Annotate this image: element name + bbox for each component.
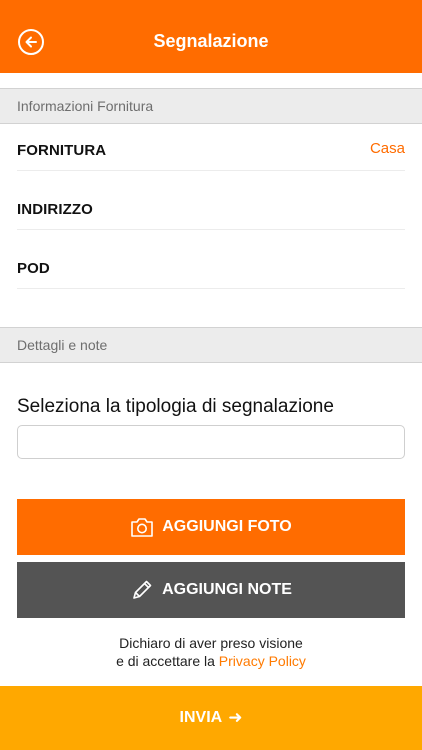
info-row-label: FORNITURA (17, 142, 107, 159)
add-notes-button[interactable]: AGGIUNGI NOTE (17, 562, 405, 618)
report-type-input[interactable] (17, 425, 405, 459)
section-title-supply-info: Informazioni Fornitura (17, 98, 154, 114)
page-title: Segnalazione (153, 31, 269, 51)
arrow-right-icon: ➜ (228, 708, 243, 727)
section-header-supply-info: Informazioni Fornitura (0, 88, 422, 124)
privacy-statement: Dichiaro di aver preso visione e di acce… (0, 634, 422, 670)
privacy-line-1: Dichiaro di aver preso visione (119, 635, 303, 651)
app-header: Segnalazione (0, 0, 422, 73)
section-header-details: Dettagli e note (0, 327, 422, 363)
info-row-label: POD (17, 260, 50, 277)
add-notes-label: AGGIUNGI NOTE (162, 581, 292, 598)
submit-button[interactable]: INVIA ➜ (0, 686, 422, 750)
privacy-line-2: e di accettare la Privacy Policy (0, 652, 422, 670)
header-spacer (0, 73, 422, 89)
privacy-policy-link[interactable]: Privacy Policy (219, 653, 306, 669)
add-photo-button[interactable]: AGGIUNGI FOTO (17, 499, 405, 555)
submit-label: INVIA (179, 709, 223, 726)
add-photo-label: AGGIUNGI FOTO (162, 518, 292, 535)
info-row-fornitura[interactable]: FORNITURA Casa (17, 124, 405, 171)
info-row-value: Casa (369, 140, 405, 157)
privacy-line-2-text: e di accettare la (116, 653, 219, 669)
info-row-indirizzo[interactable]: INDIRIZZO (17, 183, 405, 230)
info-row-pod[interactable]: POD (17, 242, 405, 289)
section-title-details: Dettagli e note (17, 337, 108, 353)
report-type-label: Seleziona la tipologia di segnalazione (17, 396, 334, 417)
info-row-label: INDIRIZZO (17, 201, 93, 218)
camera-icon (131, 518, 154, 537)
pencil-icon (133, 580, 152, 599)
